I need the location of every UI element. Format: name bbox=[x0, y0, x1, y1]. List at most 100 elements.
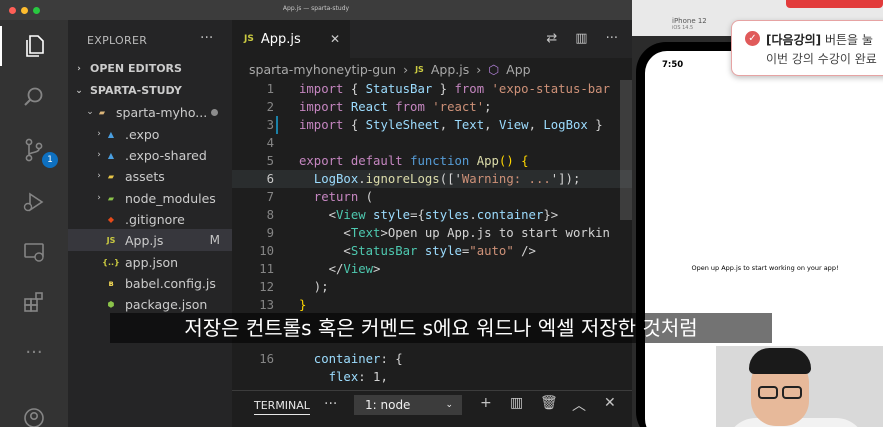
activity-bar: 1 ··· bbox=[0, 20, 68, 427]
next-lecture-notification[interactable]: ✓ [다음강의] 버튼을 눌 이번 강의 수강이 완료 bbox=[731, 20, 883, 76]
modified-status: M bbox=[209, 233, 220, 247]
close-panel-icon[interactable]: ✕ bbox=[604, 395, 616, 411]
tree-item-label: app.json bbox=[125, 254, 179, 270]
webcam-overlay bbox=[716, 346, 883, 427]
tree-item-label: babel.config.js bbox=[125, 275, 216, 291]
app-text: Open up App.js to start working on your … bbox=[691, 264, 839, 272]
code-line: 4 bbox=[266, 136, 274, 150]
javascript-file-icon: JS bbox=[415, 64, 424, 74]
breadcrumb-symbol[interactable]: App bbox=[506, 62, 530, 77]
explorer-sidebar: EXPLORER ··· › OPEN EDITORS ⌄ SPARTA-STU… bbox=[68, 20, 232, 427]
chevron-right-icon: › bbox=[97, 171, 101, 181]
breadcrumb-file[interactable]: App.js bbox=[431, 62, 469, 77]
chevron-down-icon: ⌄ bbox=[445, 400, 453, 410]
chevron-down-icon: ⌄ bbox=[86, 107, 94, 117]
terminal-select[interactable]: 1: node ⌄ bbox=[354, 395, 462, 415]
compare-changes-icon[interactable]: ⇄ bbox=[546, 31, 557, 46]
code-line: 2 import React from 'react'; bbox=[266, 100, 492, 114]
open-editors-label: OPEN EDITORS bbox=[90, 62, 182, 75]
node-folder-icon: ▰ bbox=[107, 193, 115, 203]
simulator-ios-version: iOS 14.5 bbox=[672, 25, 694, 31]
search-icon[interactable] bbox=[0, 77, 68, 117]
code-line: 3 import { StyleSheet, Text, View, LogBox… bbox=[266, 118, 603, 132]
tree-item-label: assets bbox=[125, 168, 165, 184]
tree-item-label: node_modules bbox=[125, 190, 216, 206]
npm-file-icon: ⬢ bbox=[107, 299, 115, 309]
notification-title: [다음강의] 버튼을 눌 bbox=[766, 33, 873, 47]
explorer-icon[interactable] bbox=[0, 26, 68, 66]
account-icon[interactable] bbox=[0, 398, 68, 427]
trash-icon[interactable]: 🗑 bbox=[540, 395, 558, 411]
extensions-icon[interactable] bbox=[0, 282, 68, 322]
editor-scrollbar[interactable] bbox=[620, 80, 632, 220]
expo-folder-icon: ▲ bbox=[107, 129, 115, 139]
open-editors-section[interactable]: › OPEN EDITORS bbox=[74, 62, 182, 75]
editor-tab-bar: JS App.js ✕ ⇄ ▥ ··· bbox=[232, 20, 632, 58]
project-label: SPARTA-STUDY bbox=[90, 84, 182, 97]
split-editor-icon[interactable]: ▥ bbox=[575, 31, 587, 46]
tree-item-package-json[interactable]: ⬢ package.json bbox=[68, 293, 232, 315]
code-line: 5 export default function App() { bbox=[266, 154, 529, 168]
tree-item-assets[interactable]: › ▰ assets bbox=[68, 165, 232, 187]
tree-item-label: App.js bbox=[125, 232, 164, 248]
window-title: App.js — sparta-study bbox=[282, 5, 350, 12]
breadcrumb-folder[interactable]: sparta-myhoneytip-gun bbox=[249, 62, 396, 77]
more-actions-icon[interactable]: ··· bbox=[0, 332, 68, 372]
chevron-up-icon[interactable]: ︿ bbox=[572, 395, 586, 415]
tree-item-node-modules[interactable]: › ▰ node_modules bbox=[68, 187, 232, 209]
simulator-red-bar bbox=[786, 0, 883, 8]
babel-file-icon: ʙ bbox=[108, 278, 114, 288]
editor-more-icon[interactable]: ··· bbox=[606, 31, 618, 46]
code-line: 7 return ( bbox=[266, 190, 374, 204]
check-icon: ✓ bbox=[745, 31, 760, 46]
explorer-more-icon[interactable]: ··· bbox=[200, 30, 213, 46]
scm-badge: 1 bbox=[42, 152, 58, 168]
code-line-current: 6 LogBox.ignoreLogs(['Warning: ...']); bbox=[232, 170, 632, 188]
project-section[interactable]: ⌄ SPARTA-STUDY bbox=[74, 84, 182, 97]
tree-item-babel-config[interactable]: ʙ babel.config.js bbox=[68, 272, 232, 294]
tab-label: App.js bbox=[260, 31, 301, 47]
terminal-select-value: 1: node bbox=[365, 398, 411, 412]
folder-icon: ▰ bbox=[98, 107, 106, 117]
code-editor[interactable]: 1 import { StatusBar } from 'expo-status-… bbox=[232, 80, 632, 390]
remote-explorer-icon[interactable] bbox=[0, 232, 68, 272]
breadcrumb: sparta-myhoneytip-gun › JS App.js › ⬡ Ap… bbox=[232, 58, 632, 80]
chevron-right-icon: › bbox=[476, 61, 482, 77]
close-tab-icon[interactable]: ✕ bbox=[330, 32, 340, 46]
new-terminal-icon[interactable]: + bbox=[480, 395, 492, 411]
chevron-right-icon: › bbox=[403, 61, 409, 77]
notification-body: 이번 강의 수강이 완료 bbox=[766, 52, 877, 66]
tree-item-expo-shared[interactable]: › ▲ .expo-shared bbox=[68, 144, 232, 166]
chevron-right-icon: › bbox=[97, 150, 101, 160]
code-line: 11 </View> bbox=[259, 262, 381, 276]
window-titlebar: App.js — sparta-study bbox=[0, 0, 632, 20]
git-icon: ◆ bbox=[107, 214, 115, 224]
tree-folder-root[interactable]: ⌄ ▰ sparta-myho... bbox=[68, 101, 232, 123]
tree-item-expo[interactable]: › ▲ .expo bbox=[68, 123, 232, 145]
video-subtitle: 저장은 컨트롤s 혹은 커멘드 s에요 워드나 엑셀 저장한 것처럼 bbox=[110, 313, 772, 343]
tree-item-gitignore[interactable]: ◆ .gitignore bbox=[68, 208, 232, 230]
run-debug-icon[interactable] bbox=[0, 182, 68, 222]
javascript-file-icon: JS bbox=[106, 235, 116, 245]
chevron-right-icon: › bbox=[97, 193, 101, 203]
source-control-icon[interactable]: 1 bbox=[0, 130, 68, 170]
javascript-file-icon: JS bbox=[244, 34, 254, 44]
modified-dot bbox=[211, 108, 218, 116]
tree-item-label: .expo bbox=[125, 126, 160, 142]
code-line: 13} bbox=[259, 298, 307, 312]
simulator-device-name: iPhone 12 bbox=[672, 17, 707, 25]
code-line: 1 import { StatusBar } from 'expo-status-… bbox=[266, 82, 610, 96]
symbol-icon: ⬡ bbox=[488, 61, 500, 77]
tree-item-app-json[interactable]: {..} app.json bbox=[68, 251, 232, 273]
assets-folder-icon: ▰ bbox=[107, 171, 115, 181]
split-terminal-icon[interactable]: ▥ bbox=[510, 395, 523, 411]
code-line: 10 <StatusBar style="auto" /> bbox=[259, 244, 536, 258]
tree-item-app-js[interactable]: JS App.js M bbox=[68, 229, 232, 251]
tab-terminal[interactable]: TERMINAL bbox=[254, 399, 310, 415]
panel-more-icon[interactable]: ··· bbox=[324, 396, 337, 412]
code-line: flex: 1, bbox=[299, 370, 388, 384]
explorer-header: EXPLORER bbox=[87, 34, 148, 47]
code-line: 12 ); bbox=[259, 280, 329, 294]
tab-app-js[interactable]: JS App.js ✕ bbox=[232, 20, 350, 58]
chevron-right-icon: › bbox=[77, 63, 81, 74]
